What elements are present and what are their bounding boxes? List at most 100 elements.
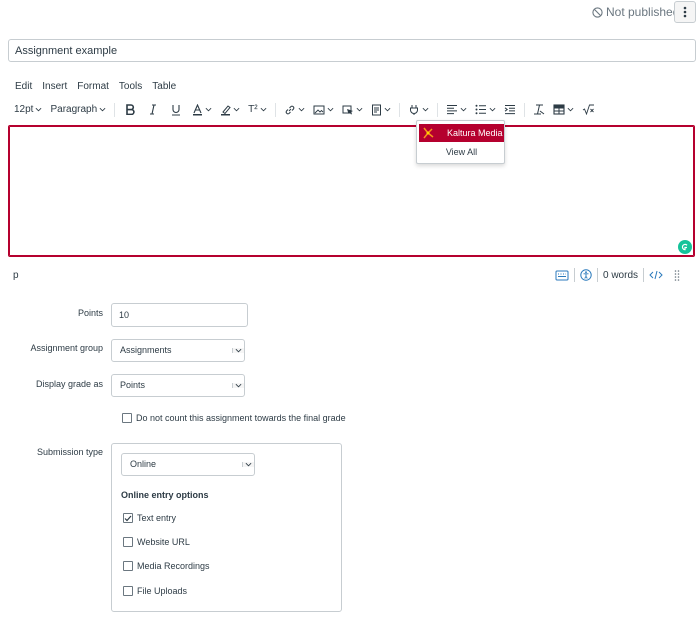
online-entry-heading: Online entry options — [121, 490, 209, 500]
indent-button[interactable] — [500, 100, 520, 119]
entry-option-website-url[interactable]: Website URL — [123, 537, 190, 547]
statusbar-divider — [574, 268, 575, 282]
list-button[interactable] — [471, 100, 500, 119]
resize-handle-icon[interactable] — [674, 269, 680, 281]
assignment-group-label: Assignment group — [30, 343, 103, 353]
link-button[interactable] — [280, 100, 309, 119]
menu-item-kaltura-media[interactable]: Kaltura Media — [419, 124, 504, 142]
publish-status[interactable]: Not published — [592, 4, 679, 20]
exclude-from-final-grade-checkbox[interactable] — [122, 413, 132, 423]
menu-format[interactable]: Format — [72, 80, 114, 94]
superscript-label: T² — [248, 104, 258, 115]
points-input[interactable]: 10 — [111, 303, 248, 327]
chevron-down-icon — [298, 107, 305, 112]
website-url-checkbox[interactable] — [123, 537, 133, 547]
highlight-color-button[interactable] — [216, 100, 244, 119]
table-button[interactable] — [549, 100, 578, 119]
chevron-down-icon — [235, 383, 242, 388]
underline-icon — [172, 104, 181, 116]
document-icon — [371, 104, 381, 115]
menu-edit[interactable]: Edit — [10, 80, 37, 94]
menu-tools[interactable]: Tools — [114, 80, 147, 94]
toolbar-divider — [436, 102, 438, 117]
chevron-down-icon — [205, 107, 212, 112]
more-options-button[interactable] — [674, 1, 696, 23]
chevron-down-icon — [36, 107, 42, 112]
entry-option-file-uploads[interactable]: File Uploads — [123, 586, 187, 596]
clear-formatting-icon — [533, 104, 544, 115]
menu-insert[interactable]: Insert — [37, 80, 72, 94]
image-button[interactable] — [309, 100, 338, 119]
clear-formatting-button[interactable] — [529, 100, 549, 119]
align-left-icon — [446, 105, 457, 115]
points-value: 10 — [119, 310, 130, 320]
assignment-group-select[interactable]: Assignments — [111, 339, 245, 362]
media-button[interactable] — [338, 100, 367, 119]
website-url-label: Website URL — [137, 537, 190, 547]
menu-table[interactable]: Table — [147, 80, 181, 94]
block-format-dropdown[interactable]: Paragraph — [46, 100, 110, 119]
html-editor-icon[interactable] — [649, 270, 663, 280]
entry-option-text-entry[interactable]: Text entry — [123, 513, 176, 523]
grammarly-icon[interactable] — [678, 240, 692, 254]
apps-plugin-button[interactable] — [404, 100, 433, 119]
assignment-group-value: Assignments — [120, 345, 172, 355]
submission-type-label: Submission type — [36, 447, 103, 457]
bold-button[interactable] — [119, 100, 142, 119]
text-color-button[interactable] — [188, 100, 216, 119]
chevron-down-icon — [489, 107, 496, 112]
chevron-down-icon — [99, 107, 106, 112]
keyboard-icon[interactable] — [555, 270, 569, 281]
word-count[interactable]: 0 words — [603, 270, 638, 281]
text-entry-label: Text entry — [137, 513, 177, 523]
menu-item-view-all[interactable]: View All — [419, 143, 504, 161]
text-color-icon — [193, 103, 203, 115]
font-size-dropdown[interactable]: 12pt — [10, 100, 46, 119]
exclude-from-final-grade-option[interactable]: Do not count this assignment towards the… — [122, 413, 346, 423]
accessibility-icon[interactable] — [580, 269, 592, 281]
file-uploads-label: File Uploads — [137, 586, 188, 596]
display-grade-label: Display grade as — [35, 379, 103, 389]
underline-button[interactable] — [164, 100, 188, 119]
toolbar-divider — [274, 102, 276, 117]
editor-menubar: Edit Insert Format Tools Table — [10, 80, 181, 94]
document-button[interactable] — [367, 100, 395, 119]
checkmark-icon — [124, 515, 132, 521]
unpublished-icon — [592, 6, 603, 18]
chevron-down-icon — [327, 107, 334, 112]
equation-button[interactable] — [578, 100, 599, 119]
file-uploads-checkbox[interactable] — [123, 586, 133, 596]
assignment-title-input[interactable] — [8, 39, 696, 62]
chevron-down-icon — [356, 107, 363, 112]
bold-icon — [126, 104, 135, 115]
media-recordings-checkbox[interactable] — [123, 561, 133, 571]
italic-icon — [150, 104, 157, 115]
indent-icon — [504, 105, 515, 115]
menu-item-view-all-label: View All — [445, 147, 478, 157]
media-icon — [342, 105, 353, 114]
submission-type-select[interactable]: Online — [121, 453, 255, 476]
chevron-down-icon — [567, 107, 574, 112]
chevron-down-icon — [260, 107, 267, 112]
font-size-value: 12pt — [14, 104, 34, 115]
superscript-button[interactable]: T² — [244, 100, 270, 119]
chevron-down-icon — [235, 348, 242, 353]
display-grade-select[interactable]: Points — [111, 374, 245, 397]
entry-option-media-recordings[interactable]: Media Recordings — [123, 561, 210, 571]
text-entry-checkbox[interactable] — [123, 513, 133, 523]
highlighter-icon — [221, 104, 231, 115]
table-icon — [553, 104, 565, 115]
align-button[interactable] — [442, 100, 471, 119]
toolbar-divider — [114, 102, 116, 117]
square-root-icon — [582, 104, 594, 115]
exclude-from-final-grade-label: Do not count this assignment towards the… — [136, 413, 346, 423]
kebab-icon — [683, 6, 687, 18]
plug-icon — [409, 104, 418, 115]
rich-content-editor[interactable] — [8, 125, 695, 257]
display-grade-value: Points — [120, 380, 146, 390]
chevron-down-icon — [233, 107, 240, 112]
italic-button[interactable] — [142, 100, 164, 119]
toolbar-divider — [523, 102, 525, 117]
link-icon — [285, 105, 294, 114]
statusbar-divider — [643, 268, 645, 282]
